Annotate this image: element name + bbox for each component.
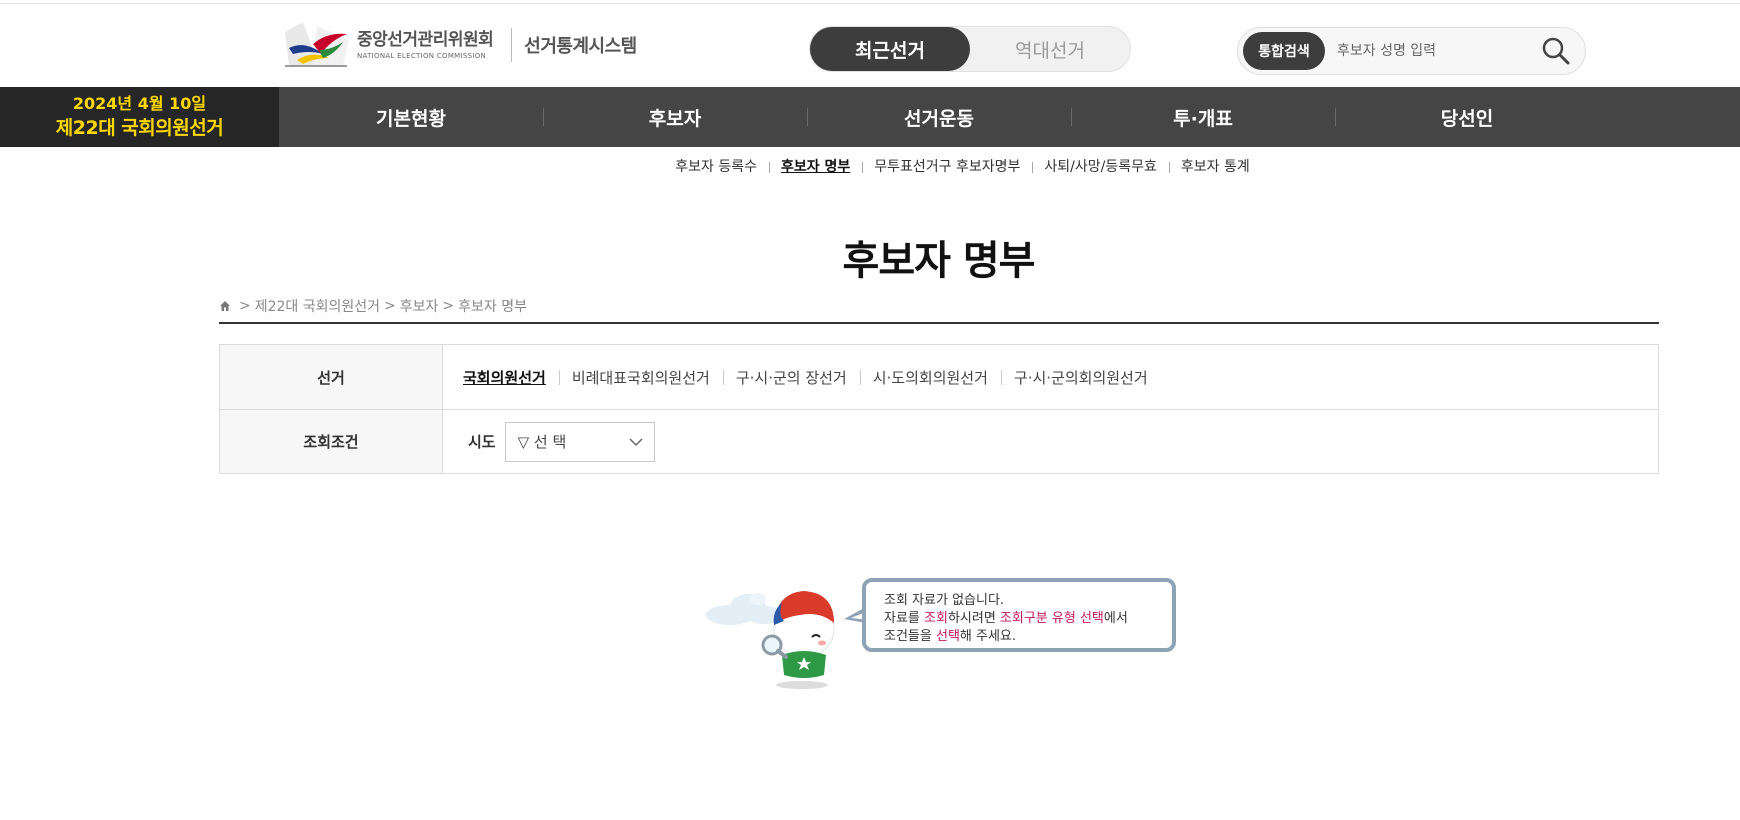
subnav-candidate-list[interactable]: 후보자 명부 — [768, 158, 862, 176]
toggle-recent-election[interactable]: 최근선거 — [810, 27, 970, 71]
page-title: 후보자 명부 — [842, 238, 1036, 284]
integrated-search: 통합검색 — [1237, 27, 1586, 75]
nav-item-candidates[interactable]: 후보자 — [543, 87, 807, 147]
breadcrumb-candidate-list: 후보자 명부 — [458, 299, 528, 315]
nec-logo-icon — [285, 22, 349, 67]
org-name-en: NATIONAL ELECTION COMMISSION — [357, 52, 487, 60]
subnav-candidate-stats[interactable]: 후보자 통계 — [1168, 158, 1262, 176]
nav-menu: 기본현황 후보자 선거운동 투·개표 당선인 — [279, 87, 1599, 147]
subnav-withdrawn[interactable]: 사퇴/사망/등록무효 — [1032, 158, 1168, 176]
filter-label-condition: 조회조건 — [220, 410, 443, 473]
search-icon[interactable] — [1541, 36, 1571, 66]
search-scope-chip[interactable]: 통합검색 — [1243, 32, 1325, 70]
election-type-proportional[interactable]: 비례대표국회의원선거 — [558, 367, 723, 388]
breadcrumb-divider — [219, 322, 1659, 324]
highlight-query: 조회 — [924, 611, 948, 626]
breadcrumb: > 제22대 국회의원선거 > 후보자 > 후보자 명부 — [219, 296, 527, 316]
highlight-select: 선택 — [935, 629, 960, 644]
candidate-search-input[interactable] — [1337, 43, 1527, 59]
breadcrumb-separator: > — [239, 298, 251, 314]
toggle-past-election[interactable]: 역대선거 — [970, 27, 1130, 71]
filter-label-election: 선거 — [220, 345, 443, 409]
logo-divider — [511, 28, 513, 62]
breadcrumb-candidates[interactable]: 후보자 — [400, 296, 439, 316]
election-type-provincial-council[interactable]: 시·도의회의원선거 — [859, 367, 1001, 388]
sido-label: 시도 — [468, 433, 496, 451]
election-badge[interactable]: 2024년 4월 10일 제22대 국회의원선거 — [0, 87, 279, 147]
empty-message-line-3: 조건들을 선택해 주세요. — [884, 629, 1017, 644]
main-nav: 2024년 4월 10일 제22대 국회의원선거 기본현황 후보자 선거운동 투… — [0, 87, 1740, 147]
election-type-national-assembly[interactable]: 국회의원선거 — [463, 367, 559, 388]
election-date: 2024년 4월 10일 — [72, 94, 207, 113]
subnav-uncontested-list[interactable]: 무투표선거구 후보자명부 — [862, 158, 1032, 176]
search-filter-table: 선거 국회의원선거 비례대표국회의원선거 구·시·군의 장선거 시·도의회의원선… — [219, 344, 1659, 474]
nav-item-voting-counting[interactable]: 투·개표 — [1071, 87, 1335, 147]
top-border — [0, 0, 1740, 4]
condition-controls: 시도 ▽ 선 택 — [443, 410, 1658, 473]
mascot-illustration-icon — [761, 591, 835, 689]
empty-message-bubble: 조회 자료가 없습니다. 자료를 조회하시려면 조회구분 유형 선택에서 조건들… — [862, 578, 1176, 652]
breadcrumb-separator: > — [384, 298, 396, 314]
nav-item-campaign[interactable]: 선거운동 — [807, 87, 1071, 147]
org-name: 중앙선거관리위원회 — [357, 30, 494, 50]
empty-message-line-2: 자료를 조회하시려면 조회구분 유형 선택에서 — [884, 611, 1128, 626]
nav-item-winners[interactable]: 당선인 — [1335, 87, 1599, 147]
election-type-local-council[interactable]: 구·시·군의회의원선거 — [1000, 367, 1161, 388]
election-toggle: 최근선거 역대선거 — [809, 26, 1131, 72]
home-icon[interactable] — [219, 300, 231, 312]
sido-select-value: ▽ 선 택 — [517, 433, 567, 451]
site-logo[interactable]: 중앙선거관리위원회 NATIONAL ELECTION COMMISSION 선… — [283, 20, 637, 70]
election-type-local-head[interactable]: 구·시·군의 장선거 — [722, 367, 860, 388]
system-name: 선거통계시스템 — [524, 36, 637, 57]
logo-text: 중앙선거관리위원회 NATIONAL ELECTION COMMISSION — [357, 30, 494, 60]
sub-nav: 후보자 등록수 후보자 명부 무투표선거구 후보자명부 사퇴/사망/등록무효 후… — [0, 158, 1740, 176]
sido-select[interactable]: ▽ 선 택 — [504, 421, 655, 462]
nav-item-basic-status[interactable]: 기본현황 — [279, 87, 543, 147]
breadcrumb-election[interactable]: 제22대 국회의원선거 — [255, 296, 380, 316]
election-type-list: 국회의원선거 비례대표국회의원선거 구·시·군의 장선거 시·도의회의원선거 구… — [443, 345, 1658, 409]
subnav-registration-count[interactable]: 후보자 등록수 — [663, 158, 769, 176]
breadcrumb-separator: > — [442, 298, 455, 314]
highlight-query-type: 조회구분 유형 선택 — [999, 611, 1104, 626]
filter-row-condition: 조회조건 시도 ▽ 선 택 — [220, 409, 1658, 473]
filter-row-election: 선거 국회의원선거 비례대표국회의원선거 구·시·군의 장선거 시·도의회의원선… — [220, 345, 1658, 409]
chevron-down-icon — [629, 437, 643, 446]
empty-message-line-1: 조회 자료가 없습니다. — [884, 593, 1005, 608]
empty-state: 조회 자료가 없습니다. 자료를 조회하시려면 조회구분 유형 선택에서 조건들… — [700, 575, 1180, 695]
election-name: 제22대 국회의원선거 — [55, 117, 224, 139]
